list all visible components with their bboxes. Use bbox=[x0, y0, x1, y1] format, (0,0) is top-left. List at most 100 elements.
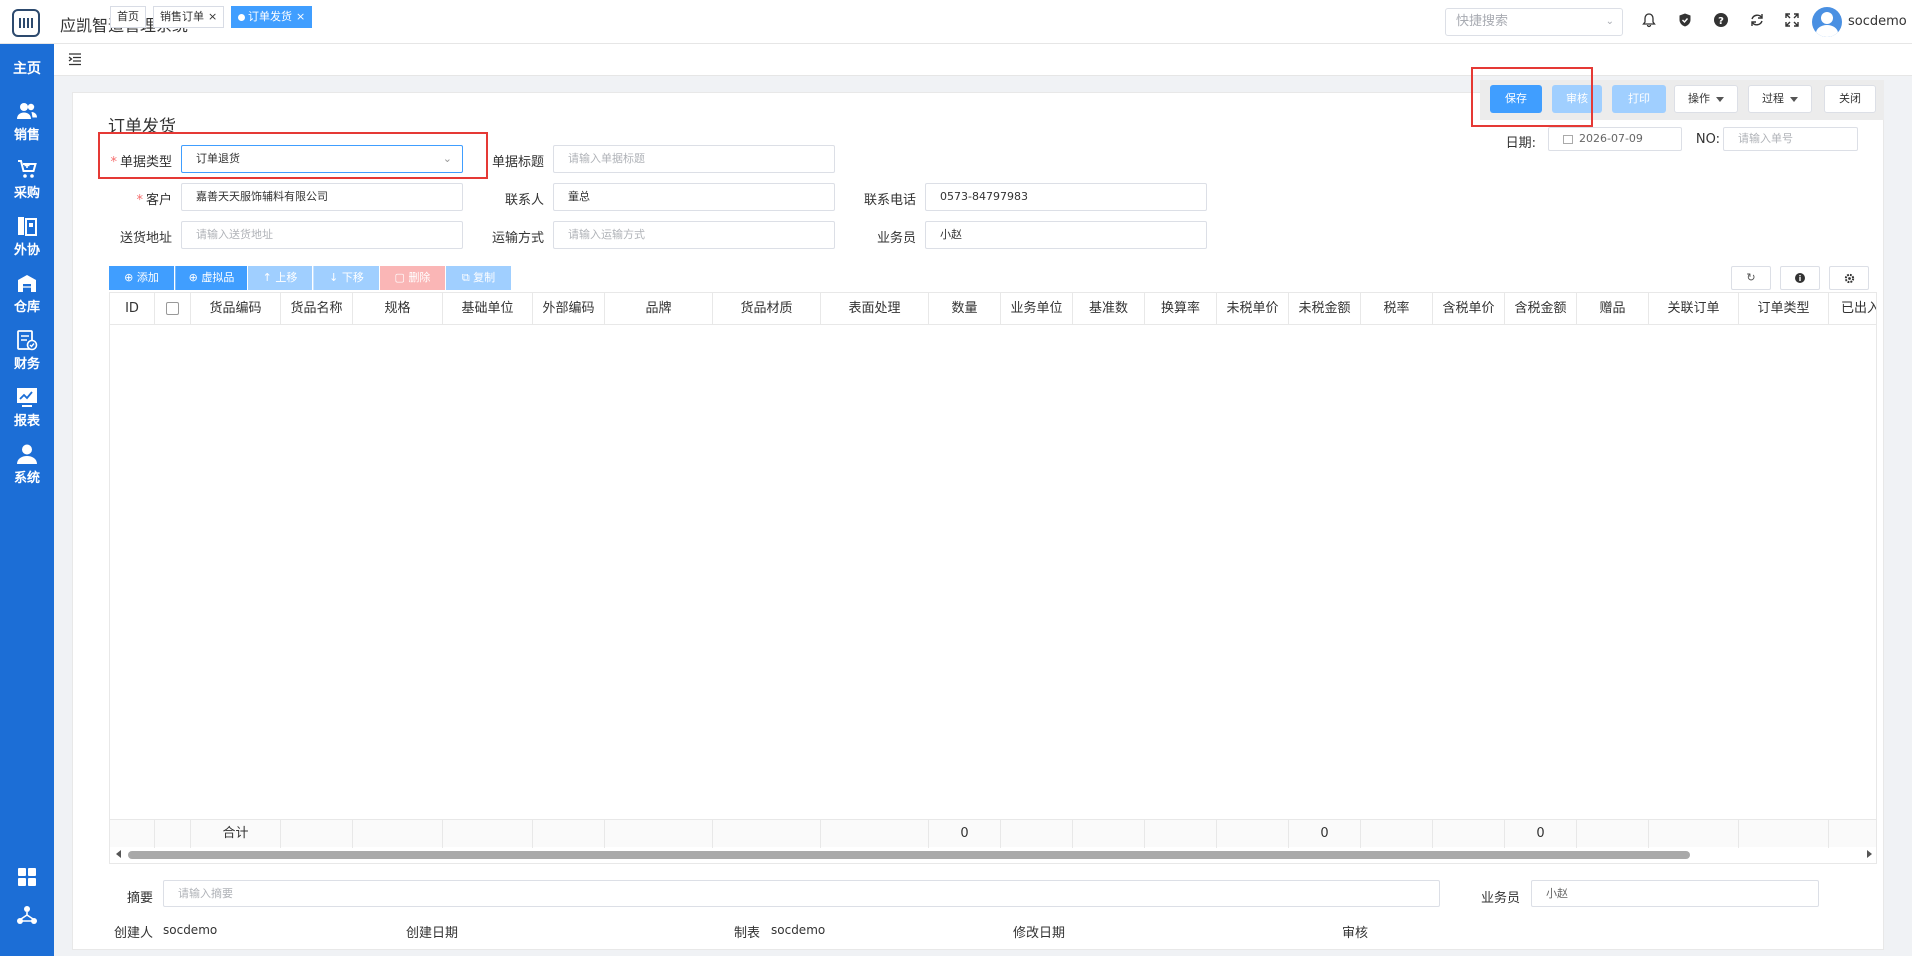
no-input[interactable]: 请输入单号 bbox=[1723, 127, 1858, 151]
network-icon[interactable] bbox=[16, 904, 38, 926]
tab-home[interactable]: 首页 bbox=[110, 6, 146, 28]
col-linked-order[interactable]: 关联订单 bbox=[1649, 293, 1739, 325]
sidebar-item-system[interactable]: 系统 bbox=[0, 443, 54, 486]
table-footer: 合计 0 0 0 bbox=[110, 819, 1876, 848]
date-picker[interactable]: 2026-07-09 bbox=[1548, 127, 1682, 151]
phone-input[interactable]: 0573-84797983 bbox=[925, 183, 1207, 211]
chart-icon bbox=[17, 388, 37, 407]
tab-sales-order[interactable]: 销售订单 × bbox=[153, 6, 225, 28]
col-taxed-price[interactable]: 含税单价 bbox=[1433, 293, 1505, 325]
horizontal-scrollbar[interactable] bbox=[110, 847, 1876, 863]
sidebar-item-label: 系统 bbox=[13, 471, 40, 486]
col-order-type[interactable]: 订单类型 bbox=[1739, 293, 1829, 325]
col-base-unit[interactable]: 基础单位 bbox=[443, 293, 533, 325]
sidebar-item-reports[interactable]: 报表 bbox=[0, 386, 54, 429]
bottom-salesman-input[interactable]: 小赵 bbox=[1531, 880, 1819, 907]
footer-cell bbox=[605, 820, 713, 848]
chevron-down-icon: ⌄ bbox=[1605, 16, 1614, 27]
col-untaxed-amount[interactable]: 未税金额 bbox=[1289, 293, 1361, 325]
footer-cell bbox=[1361, 820, 1433, 848]
scrollbar-thumb[interactable] bbox=[128, 851, 1690, 859]
creator-value: socdemo bbox=[163, 923, 218, 937]
customer-label-text: 客户 bbox=[145, 193, 172, 208]
contact-input[interactable]: 童总 bbox=[553, 183, 835, 211]
apps-grid-icon[interactable] bbox=[16, 866, 38, 888]
col-external-code[interactable]: 外部编码 bbox=[533, 293, 605, 325]
bell-icon[interactable] bbox=[1639, 12, 1659, 32]
sidebar-item-home[interactable]: 主页 bbox=[0, 58, 54, 78]
move-down-button[interactable]: ↓ 下移 bbox=[313, 266, 379, 290]
quick-search-select[interactable]: 快捷搜索 ⌄ bbox=[1445, 8, 1623, 36]
process-dropdown[interactable]: 过程 bbox=[1748, 85, 1812, 113]
scroll-right-icon[interactable] bbox=[1867, 850, 1872, 858]
copy-row-button[interactable]: ⧉ 复制 bbox=[446, 266, 511, 290]
footer-cell bbox=[1217, 820, 1289, 848]
summary-input[interactable]: 请输入摘要 bbox=[163, 880, 1440, 907]
col-id[interactable]: ID bbox=[110, 293, 155, 325]
sidebar-item-label: 仓库 bbox=[13, 300, 40, 315]
virtual-item-button[interactable]: ⊕ 虚拟品 bbox=[175, 266, 247, 290]
col-brand[interactable]: 品牌 bbox=[605, 293, 713, 325]
address-input[interactable]: 请输入送货地址 bbox=[181, 221, 463, 249]
close-icon[interactable]: × bbox=[296, 10, 305, 23]
close-button[interactable]: 关闭 bbox=[1824, 85, 1876, 113]
modified-date-label: 修改日期 bbox=[1013, 926, 1066, 941]
col-biz-unit[interactable]: 业务单位 bbox=[1001, 293, 1073, 325]
bottom-salesman-label: 业务员 bbox=[1481, 891, 1521, 906]
grid-settings-icon[interactable] bbox=[1829, 266, 1869, 290]
tab-order-shipping[interactable]: 订单发货 × bbox=[231, 6, 313, 28]
sidebar-item-finance[interactable]: 财务 bbox=[0, 329, 54, 372]
col-surface[interactable]: 表面处理 bbox=[821, 293, 929, 325]
help-icon[interactable]: ? bbox=[1711, 12, 1731, 32]
col-gift[interactable]: 赠品 bbox=[1577, 293, 1649, 325]
col-shipped[interactable]: 已出入 bbox=[1829, 293, 1876, 325]
col-base-qty[interactable]: 基准数 bbox=[1073, 293, 1145, 325]
sidebar-item-warehouse[interactable]: 仓库 bbox=[0, 272, 54, 315]
customer-input[interactable]: 嘉善天天服饰辅料有限公司 bbox=[181, 183, 463, 211]
move-up-button[interactable]: ↑ 上移 bbox=[248, 266, 312, 290]
maker-label: 制表 bbox=[734, 926, 761, 941]
footer-cell bbox=[821, 820, 929, 848]
col-taxed-amount[interactable]: 含税金额 bbox=[1505, 293, 1577, 325]
sidebar-item-sales[interactable]: 销售 bbox=[0, 100, 54, 143]
delete-row-button[interactable]: ▢ 删除 bbox=[380, 266, 445, 290]
print-button[interactable]: 打印 bbox=[1612, 85, 1666, 113]
summary-label: 摘要 bbox=[127, 891, 154, 906]
add-row-button[interactable]: ⊕ 添加 bbox=[109, 266, 174, 290]
footer-cell bbox=[533, 820, 605, 848]
col-item-code[interactable]: 货品编码 bbox=[191, 293, 281, 325]
shield-icon[interactable] bbox=[1675, 12, 1695, 32]
virtual-item-label: 虚拟品 bbox=[201, 271, 235, 284]
username[interactable]: socdemo bbox=[1848, 14, 1907, 29]
col-spec[interactable]: 规格 bbox=[353, 293, 443, 325]
fullscreen-icon[interactable] bbox=[1782, 12, 1802, 32]
select-all-checkbox[interactable] bbox=[166, 302, 179, 315]
footer-cell bbox=[443, 820, 533, 848]
col-tax-rate[interactable]: 税率 bbox=[1361, 293, 1433, 325]
col-select-all[interactable] bbox=[155, 293, 191, 325]
contact-label: 联系人 bbox=[504, 193, 544, 208]
col-material[interactable]: 货品材质 bbox=[713, 293, 821, 325]
col-item-name[interactable]: 货品名称 bbox=[281, 293, 353, 325]
salesman-input[interactable]: 小赵 bbox=[925, 221, 1207, 249]
doc-title-label: 单据标题 bbox=[491, 155, 544, 170]
avatar[interactable] bbox=[1812, 7, 1842, 37]
sidebar-item-label: 财务 bbox=[13, 357, 40, 372]
sidebar-item-outsource[interactable]: 外协 bbox=[0, 215, 54, 258]
grid-refresh-icon[interactable]: ↻ bbox=[1731, 266, 1771, 290]
operate-dropdown[interactable]: 操作 bbox=[1674, 85, 1738, 113]
menu-collapse-icon[interactable] bbox=[68, 52, 82, 66]
scroll-left-icon[interactable] bbox=[116, 850, 121, 858]
grid-info-icon[interactable] bbox=[1780, 266, 1820, 290]
col-conversion[interactable]: 换算率 bbox=[1145, 293, 1217, 325]
footer-untaxed-total: 0 bbox=[1289, 820, 1361, 848]
shipping-input[interactable]: 请输入运输方式 bbox=[553, 221, 835, 249]
process-label: 过程 bbox=[1762, 92, 1784, 105]
sidebar-item-purchase[interactable]: 采购 bbox=[0, 158, 54, 201]
col-qty[interactable]: 数量 bbox=[929, 293, 1001, 325]
highlight-box-toolbar bbox=[1471, 67, 1593, 127]
close-icon[interactable]: × bbox=[208, 10, 217, 23]
refresh-icon[interactable] bbox=[1747, 12, 1767, 32]
col-untaxed-price[interactable]: 未税单价 bbox=[1217, 293, 1289, 325]
doc-title-input[interactable]: 请输入单据标题 bbox=[553, 145, 835, 173]
